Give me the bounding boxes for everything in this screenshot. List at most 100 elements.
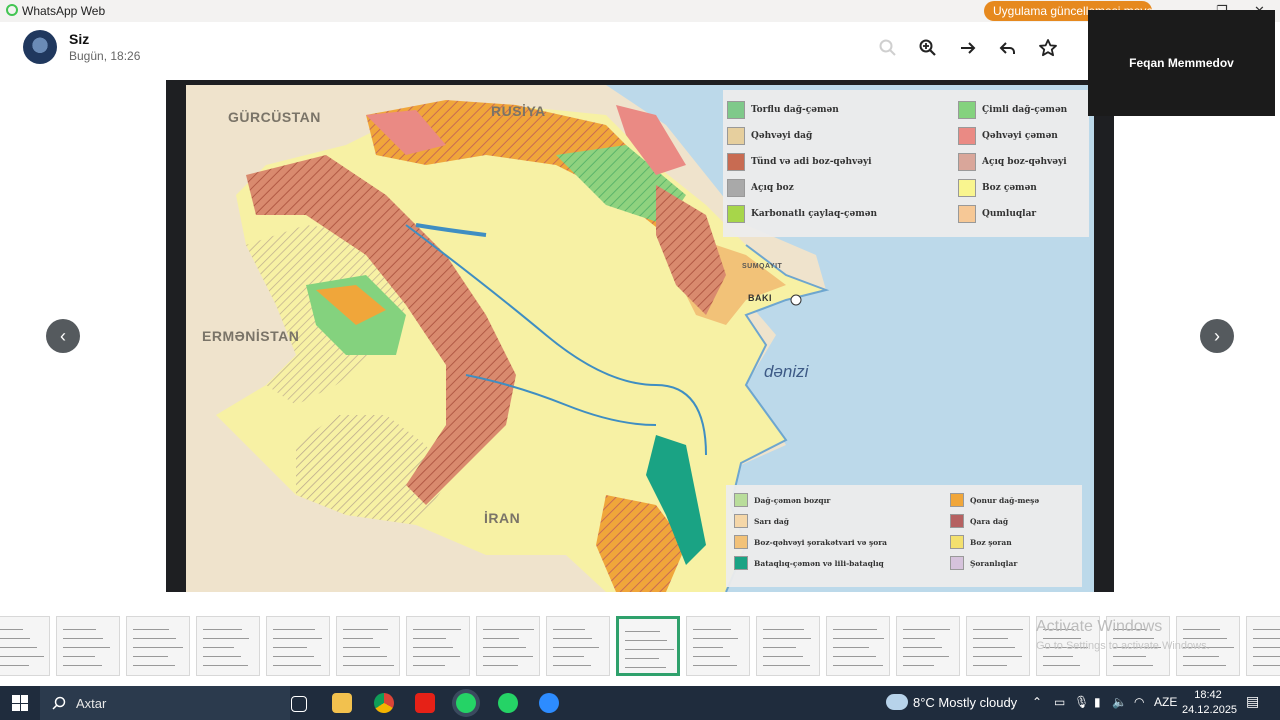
legend-swatch bbox=[727, 127, 745, 145]
legend-item: Şoranlıqlar bbox=[950, 556, 1017, 570]
legend-item: Qəhvəyi dağ bbox=[727, 127, 812, 145]
youtube-icon[interactable] bbox=[415, 693, 435, 713]
legend-item: Qonur dağ-meşə bbox=[950, 493, 1039, 507]
legend-item: Torflu dağ-çəmən bbox=[727, 101, 839, 119]
legend-swatch bbox=[958, 153, 976, 171]
image-frame: GÜRCÜSTAN RUSİYA ERMƏNİSTAN İRAN dənizi … bbox=[166, 80, 1114, 592]
legend-item: Boz çəmən bbox=[958, 179, 1037, 197]
city-label: SUMQAYIT bbox=[742, 263, 783, 270]
weather-text[interactable]: 8°C Mostly cloudy bbox=[913, 695, 1017, 710]
network-icon[interactable]: ◠ bbox=[1134, 695, 1144, 709]
legend-bottom: Dağ-çəmən bozqır Qonur dağ-meşə Sarı dağ… bbox=[726, 485, 1082, 587]
legend-item: Qəhvəyi çəmən bbox=[958, 127, 1058, 145]
zoom-icon[interactable] bbox=[539, 693, 559, 713]
legend-item: Tünd və adi boz-qəhvəyi bbox=[727, 153, 872, 171]
legend-swatch bbox=[727, 205, 745, 223]
thumbnail-item[interactable] bbox=[196, 616, 260, 676]
legend-swatch bbox=[734, 535, 748, 549]
legend-swatch bbox=[950, 514, 964, 528]
city-label: BAKI bbox=[748, 293, 772, 303]
taskbar-search[interactable]: Axtar bbox=[40, 686, 290, 720]
app-title: WhatsApp Web bbox=[22, 4, 106, 18]
legend-swatch bbox=[950, 493, 964, 507]
media-viewer: ‹ › GÜRCÜSTAN RUSİYA ERMƏNİSTAN İRAN dən… bbox=[0, 80, 1280, 606]
thumbnail-item[interactable] bbox=[546, 616, 610, 676]
legend-swatch bbox=[958, 127, 976, 145]
chevron-up-icon[interactable]: ⌃ bbox=[1032, 695, 1042, 709]
thumbnail-item[interactable] bbox=[826, 616, 890, 676]
thumbnail-item[interactable] bbox=[0, 616, 50, 676]
legend-item: Boz-qəhvəyi şorakətvari və şora bbox=[734, 535, 887, 549]
chevron-left-icon: ‹ bbox=[60, 325, 66, 346]
camera-icon[interactable]: ▭ bbox=[1054, 695, 1065, 709]
thumbnail-item[interactable] bbox=[476, 616, 540, 676]
legend-item: Açıq boz bbox=[727, 179, 794, 197]
task-view-icon[interactable] bbox=[291, 696, 307, 712]
thumbnail-item[interactable] bbox=[266, 616, 330, 676]
volume-icon[interactable]: 🔈 bbox=[1112, 695, 1127, 709]
search-placeholder: Axtar bbox=[76, 695, 107, 711]
thumbnail-item[interactable] bbox=[336, 616, 400, 676]
legend-swatch bbox=[727, 153, 745, 171]
thumbnail-item[interactable] bbox=[686, 616, 750, 676]
legend-swatch bbox=[950, 535, 964, 549]
thumbnail-item[interactable] bbox=[1246, 616, 1280, 676]
activate-windows-subtitle: Go to Settings to activate Windows. bbox=[1036, 640, 1210, 652]
microphone-icon[interactable]: 🎙 bbox=[1074, 695, 1089, 709]
country-label: İRAN bbox=[484, 510, 521, 526]
legend-swatch bbox=[958, 205, 976, 223]
file-explorer-icon[interactable] bbox=[332, 693, 352, 713]
legend-item: Qumluqlar bbox=[958, 205, 1036, 223]
search-icon bbox=[52, 696, 66, 710]
notifications-icon[interactable]: ▤ bbox=[1246, 693, 1259, 710]
activate-windows-watermark: Activate Windows bbox=[1036, 618, 1163, 635]
clock[interactable]: 18:42 24.12.2025 bbox=[1182, 688, 1238, 718]
thumbnail-item[interactable] bbox=[406, 616, 470, 676]
country-label: GÜRCÜSTAN bbox=[228, 109, 321, 125]
avatar[interactable] bbox=[23, 30, 57, 64]
star-button[interactable] bbox=[1035, 35, 1061, 61]
thumbnail-item[interactable] bbox=[616, 616, 680, 676]
reply-icon bbox=[999, 42, 1015, 54]
legend-swatch bbox=[958, 101, 976, 119]
whatsapp-business-icon[interactable] bbox=[498, 693, 518, 713]
weather-icon[interactable] bbox=[886, 694, 908, 710]
thumbnail-item[interactable] bbox=[896, 616, 960, 676]
taskbar: Axtar 8°C Mostly cloudy ⌃ ▭ 🎙 ▮ 🔈 ◠ AZE … bbox=[0, 686, 1280, 720]
clock-date: 24.12.2025 bbox=[1182, 704, 1238, 716]
next-image-button[interactable]: › bbox=[1200, 319, 1234, 353]
whatsapp-taskbar-icon[interactable] bbox=[456, 693, 476, 713]
chrome-icon[interactable] bbox=[374, 693, 394, 713]
legend-item: Karbonatlı çaylaq-çəmən bbox=[727, 205, 877, 223]
forward-button[interactable] bbox=[955, 35, 981, 61]
windows-start-button[interactable] bbox=[12, 695, 28, 711]
thumbnail-item[interactable] bbox=[966, 616, 1030, 676]
video-call-tile[interactable]: Feqan Memmedov bbox=[1088, 10, 1275, 116]
zoom-in-button[interactable] bbox=[915, 35, 941, 61]
legend-top: Torflu dağ-çəmən Çimli dağ-çəmən Qəhvəyi… bbox=[723, 90, 1089, 237]
zoom-in-icon bbox=[919, 39, 936, 56]
language-indicator[interactable]: AZE bbox=[1154, 695, 1177, 709]
legend-item: Qara dağ bbox=[950, 514, 1008, 528]
battery-icon[interactable]: ▮ bbox=[1094, 695, 1101, 709]
thumbnail-item[interactable] bbox=[126, 616, 190, 676]
legend-swatch bbox=[727, 179, 745, 197]
legend-item: Sarı dağ bbox=[734, 514, 789, 528]
legend-swatch bbox=[734, 556, 748, 570]
legend-swatch bbox=[734, 514, 748, 528]
sea-label: dənizi bbox=[764, 362, 809, 381]
thumbnail-item[interactable] bbox=[756, 616, 820, 676]
forward-icon bbox=[961, 42, 976, 54]
legend-item: Boz şoran bbox=[950, 535, 1012, 549]
thumbnail-item[interactable] bbox=[56, 616, 120, 676]
whatsapp-icon bbox=[6, 4, 18, 16]
soil-map-image: GÜRCÜSTAN RUSİYA ERMƏNİSTAN İRAN dənizi … bbox=[186, 85, 1094, 592]
legend-swatch bbox=[958, 179, 976, 197]
country-label: RUSİYA bbox=[491, 103, 546, 119]
zoom-out-icon bbox=[879, 39, 896, 56]
legend-item: Çimli dağ-çəmən bbox=[958, 101, 1067, 119]
sent-time: Bugün, 18:26 bbox=[69, 49, 141, 63]
zoom-out-button[interactable] bbox=[875, 35, 901, 61]
reply-button[interactable] bbox=[995, 35, 1021, 61]
previous-image-button[interactable]: ‹ bbox=[46, 319, 80, 353]
